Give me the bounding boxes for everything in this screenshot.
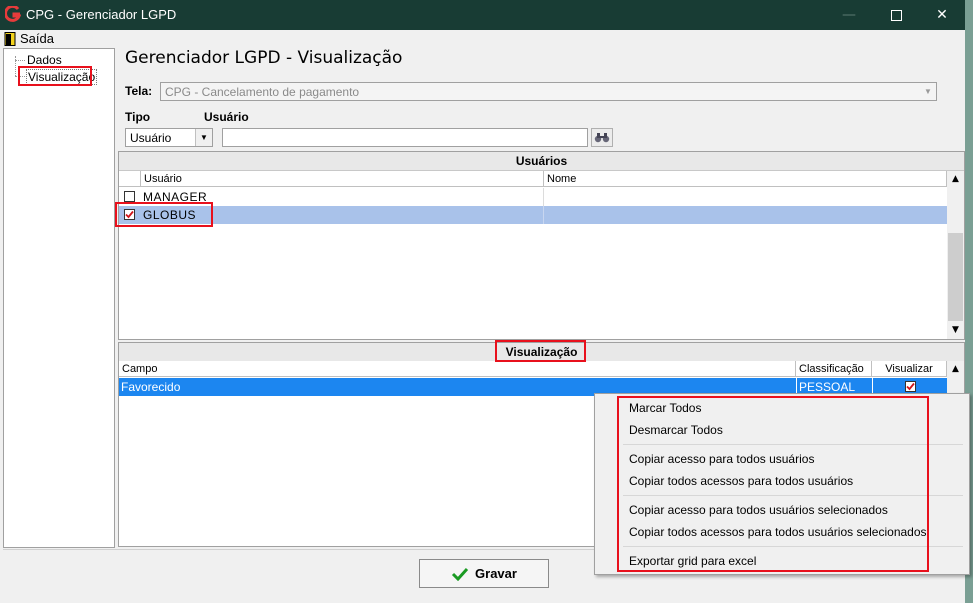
checkmark-icon [451, 567, 469, 581]
app-logo-icon [5, 6, 21, 22]
chevron-down-icon: ▼ [924, 87, 932, 96]
tela-select-value: CPG - Cancelamento de pagamento [165, 85, 360, 99]
tipo-select-value: Usuário [130, 131, 172, 145]
exit-door-icon [4, 32, 16, 46]
column-header-usuario[interactable]: Usuário [141, 171, 544, 187]
checkmark-icon [906, 382, 915, 391]
row-classificacao: PESSOAL [799, 380, 856, 394]
column-divider [543, 206, 544, 224]
menu-separator [623, 546, 963, 547]
save-button[interactable]: Gravar [419, 559, 549, 588]
menu-item-exportar-excel[interactable]: Exportar grid para excel [629, 554, 756, 568]
visualizar-checkbox[interactable] [905, 381, 916, 392]
tela-select[interactable]: CPG - Cancelamento de pagamento ▼ [160, 82, 937, 101]
close-icon: ✕ [936, 7, 948, 23]
minimize-button[interactable]: — [826, 0, 872, 30]
tree-line [15, 76, 25, 77]
navigation-tree: Dados Visualização [3, 48, 115, 548]
column-header-check [119, 171, 141, 187]
menu-bar: Saída [0, 30, 965, 48]
minimize-icon: — [842, 7, 856, 23]
column-divider [543, 188, 544, 206]
row-checkbox[interactable] [124, 209, 135, 220]
checkmark-icon [125, 210, 134, 219]
context-menu: Marcar Todos Desmarcar Todos Copiar aces… [594, 393, 970, 575]
page-title: Gerenciador LGPD - Visualização [125, 48, 403, 68]
scroll-up-icon[interactable]: ▲ [947, 171, 964, 188]
menu-item-copiar-todos-acessos-selecionados[interactable]: Copiar todos acessos para todos usuários… [629, 525, 927, 539]
column-header-nome[interactable]: Nome [544, 171, 947, 187]
tipo-select[interactable]: Usuário ▼ [125, 128, 213, 147]
menu-item-copiar-acesso-todos[interactable]: Copiar acesso para todos usuários [629, 452, 814, 466]
maximize-icon [890, 9, 902, 21]
menu-item-marcar-todos[interactable]: Marcar Todos [629, 401, 701, 415]
row-usuario: MANAGER [143, 190, 208, 204]
scroll-up-icon[interactable]: ▲ [947, 361, 964, 378]
save-button-label: Gravar [475, 566, 517, 581]
menu-item-copiar-acesso-selecionados[interactable]: Copiar acesso para todos usuários seleci… [629, 503, 888, 517]
scroll-thumb[interactable] [948, 233, 963, 321]
menu-separator [623, 444, 963, 445]
usuario-input[interactable] [222, 128, 588, 147]
usuario-label: Usuário [204, 110, 249, 124]
row-campo: Favorecido [121, 380, 181, 394]
menu-separator [623, 495, 963, 496]
menu-item-desmarcar-todos[interactable]: Desmarcar Todos [629, 423, 723, 437]
tree-item-dados[interactable]: Dados [27, 53, 62, 67]
scroll-down-icon[interactable]: ▼ [947, 322, 964, 339]
column-header-classificacao[interactable]: Classificação [796, 361, 872, 377]
table-row-selected[interactable]: GLOBUS [119, 206, 947, 224]
tree-line [15, 60, 25, 61]
menu-item-copiar-todos-acessos-todos[interactable]: Copiar todos acessos para todos usuários [629, 474, 853, 488]
close-button[interactable]: ✕ [919, 0, 965, 30]
visualization-panel-title: Visualização [119, 343, 964, 362]
tree-line [15, 56, 17, 76]
tree-item-visualizacao[interactable]: Visualização [26, 69, 98, 85]
column-header-visualizar[interactable]: Visualizar [872, 361, 947, 377]
tipo-label: Tipo [125, 110, 151, 124]
table-row[interactable]: MANAGER [119, 188, 947, 207]
window-title: CPG - Gerenciador LGPD [26, 7, 177, 22]
binoculars-icon [594, 133, 610, 143]
exit-menu-item[interactable]: Saída [20, 31, 54, 46]
tela-label: Tela: [125, 84, 153, 98]
column-header-campo[interactable]: Campo [119, 361, 796, 377]
users-panel-title: Usuários [119, 152, 964, 171]
row-checkbox[interactable] [124, 191, 135, 202]
title-bar: CPG - Gerenciador LGPD — ✕ [0, 0, 965, 30]
maximize-button[interactable] [873, 0, 919, 30]
search-button[interactable] [591, 128, 613, 147]
users-scrollbar[interactable]: ▲ ▼ [947, 171, 964, 339]
chevron-down-icon: ▼ [195, 129, 212, 146]
row-usuario: GLOBUS [143, 208, 197, 222]
users-panel: Usuários Usuário Nome MANAGER GLOBUS ▲ ▼ [118, 151, 965, 340]
